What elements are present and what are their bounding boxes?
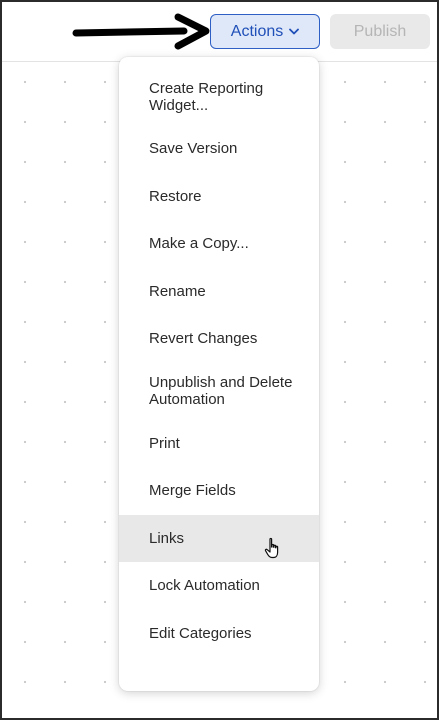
publish-button-label: Publish <box>353 22 407 40</box>
menu-item-print[interactable]: Print <box>119 420 319 468</box>
menu-item-create-reporting-widget[interactable]: Create Reporting Widget... <box>119 68 319 125</box>
menu-item-label: Lock Automation <box>149 577 260 595</box>
hand-pointer-icon <box>264 537 279 558</box>
menu-item-label: Restore <box>149 187 202 205</box>
chevron-down-icon <box>289 28 300 35</box>
actions-button-label: Actions <box>230 22 284 40</box>
menu-item-restore[interactable]: Restore <box>119 173 319 221</box>
publish-button[interactable]: Publish <box>330 14 430 49</box>
actions-button[interactable]: Actions <box>210 14 320 49</box>
menu-item-label: Merge Fields <box>149 482 236 500</box>
menu-item-label: Unpublish and Delete Automation <box>149 374 293 408</box>
menu-item-label: Revert Changes <box>149 330 258 348</box>
menu-item-lock-automation[interactable]: Lock Automation <box>119 562 319 610</box>
menu-item-label: Rename <box>149 282 206 300</box>
menu-item-merge-fields[interactable]: Merge Fields <box>119 467 319 515</box>
menu-item-make-a-copy[interactable]: Make a Copy... <box>119 220 319 268</box>
menu-item-label: Edit Categories <box>149 624 252 642</box>
menu-item-label: Make a Copy... <box>149 235 249 253</box>
menu-item-save-version[interactable]: Save Version <box>119 125 319 173</box>
arrow-right-icon <box>72 13 210 50</box>
menu-item-edit-categories[interactable]: Edit Categories <box>119 610 319 658</box>
actions-dropdown-menu: Create Reporting Widget... Save Version … <box>119 57 319 691</box>
menu-item-label: Links <box>149 529 185 547</box>
menu-item-links[interactable]: Links <box>119 514 319 562</box>
top-toolbar: Actions Publish <box>0 0 439 62</box>
menu-item-revert-changes[interactable]: Revert Changes <box>119 315 319 363</box>
menu-item-unpublish-and-delete[interactable]: Unpublish and Delete Automation <box>119 363 319 420</box>
menu-item-label: Save Version <box>149 140 238 158</box>
menu-item-label: Print <box>149 434 180 452</box>
menu-item-label: Create Reporting Widget... <box>149 79 264 114</box>
menu-item-rename[interactable]: Rename <box>119 268 319 316</box>
